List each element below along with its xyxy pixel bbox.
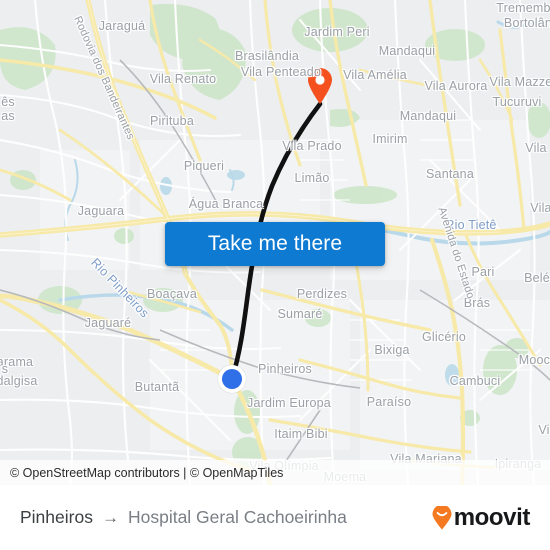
attribution-text[interactable]: © OpenStreetMap contributors | © OpenMap…: [10, 466, 283, 480]
map-attribution-bar: © OpenStreetMap contributors | © OpenMap…: [0, 460, 550, 485]
moovit-logo[interactable]: moovit: [431, 503, 531, 531]
destination-pin-icon[interactable]: [306, 67, 334, 105]
route-origin-label: Pinheiros: [20, 507, 93, 527]
moovit-pin-icon: [432, 505, 452, 529]
arrow-right-icon: →: [101, 508, 119, 527]
route-summary: Pinheiros → Hospital Geral Cachoeirinha: [20, 507, 431, 528]
map-canvas[interactable]: ês as Jaraguá Vila Renato Pirituba Brasilândi…: [0, 0, 550, 485]
origin-location-dot[interactable]: [218, 365, 246, 393]
route-destination-label: Hospital Geral Cachoeirinha: [127, 507, 347, 527]
moovit-wordmark: moovit: [453, 503, 531, 531]
origin-dot-inner: [222, 369, 242, 389]
footer-bar: Pinheiros → Hospital Geral Cachoeirinha …: [0, 485, 550, 550]
take-me-there-button[interactable]: Take me there: [165, 222, 385, 266]
